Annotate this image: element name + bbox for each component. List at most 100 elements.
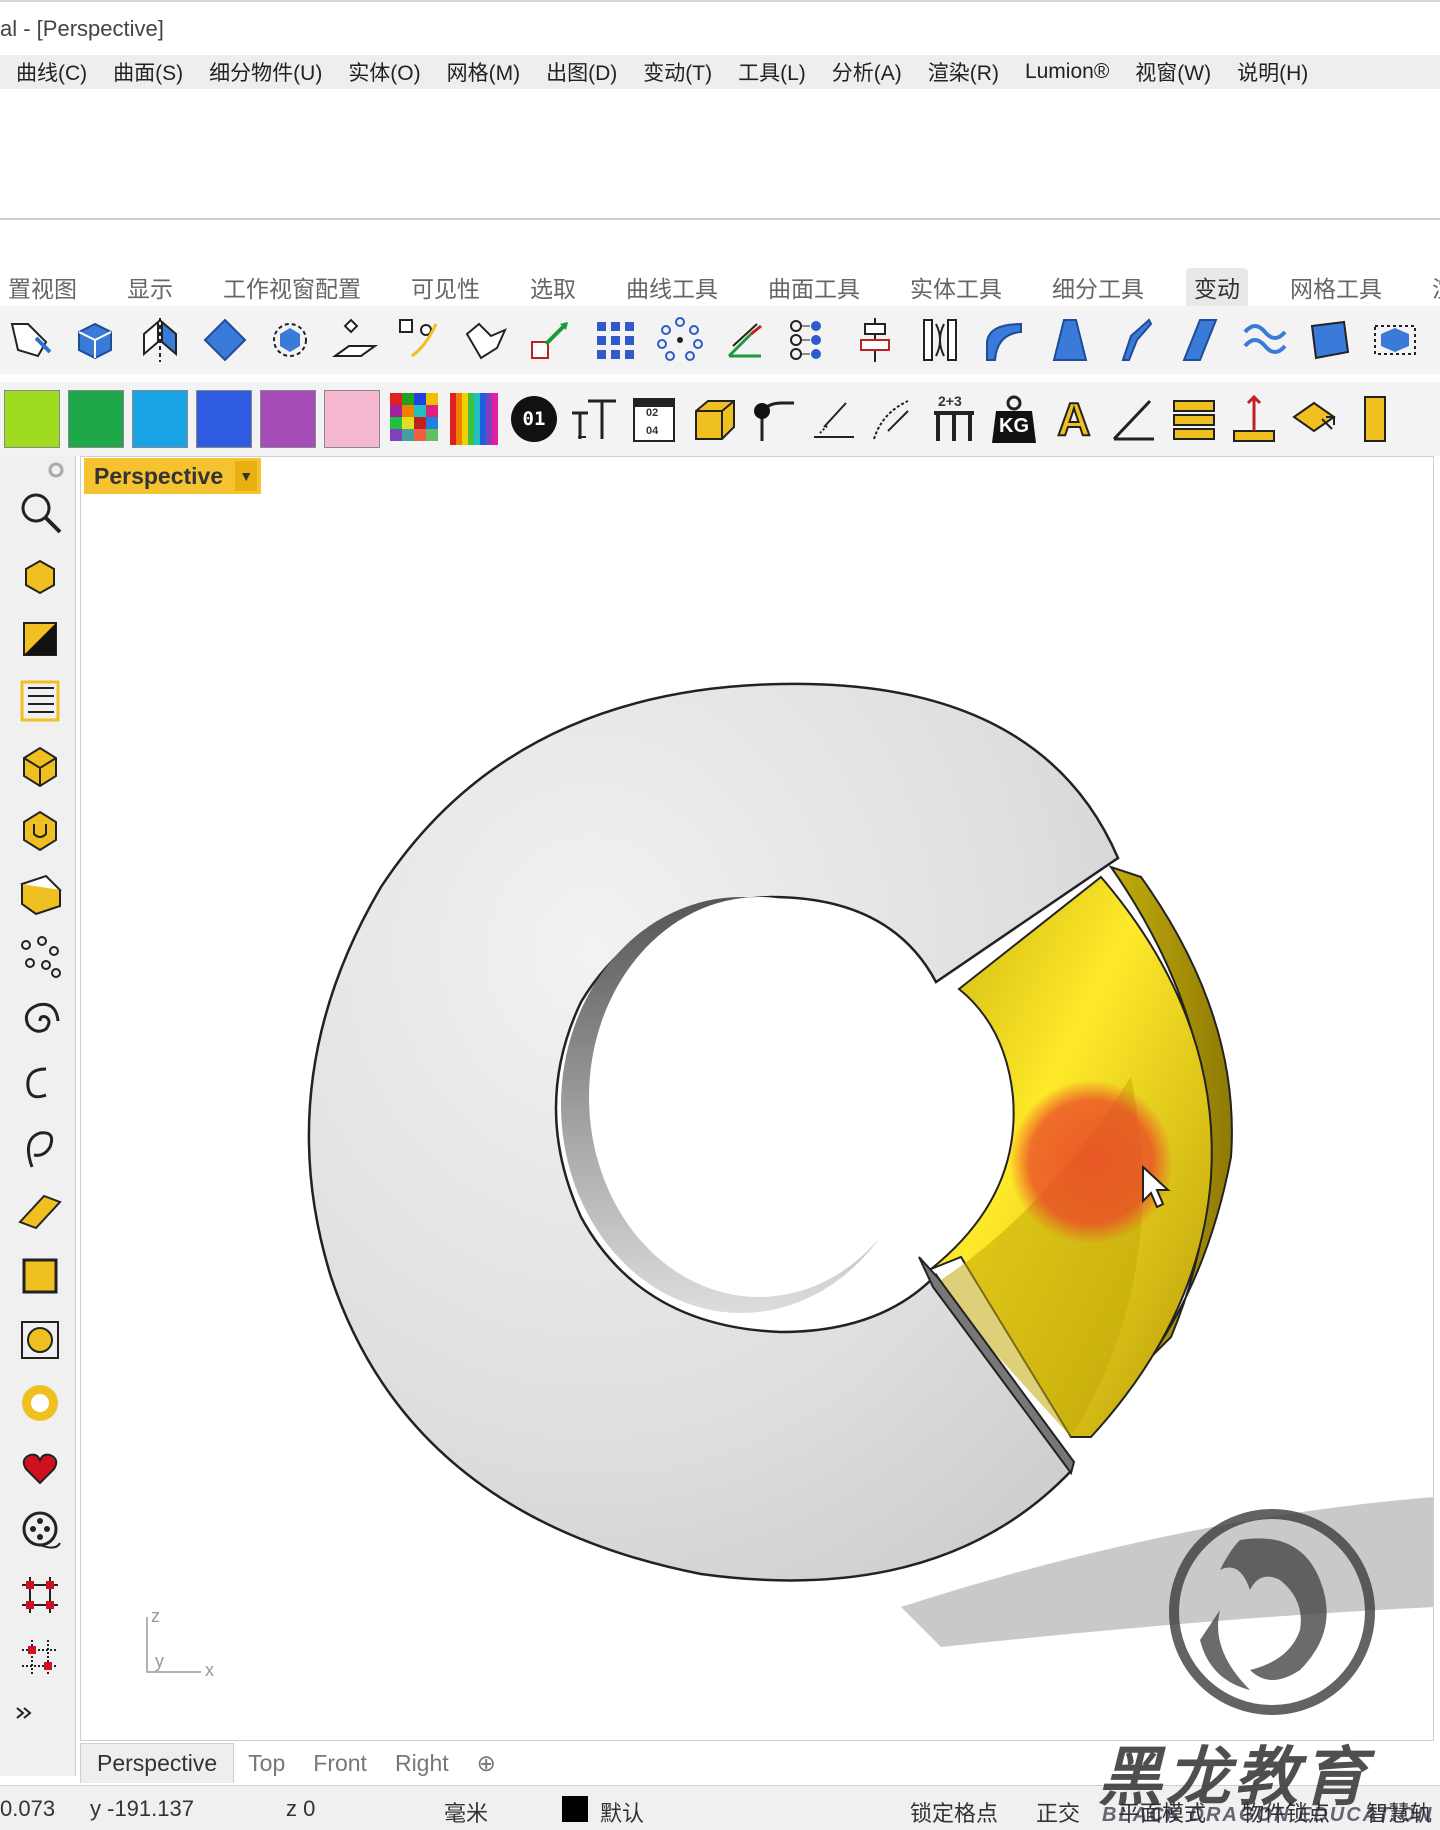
menu-curve[interactable]: 曲线(C) — [16, 57, 87, 87]
weight-icon[interactable]: KG — [988, 393, 1040, 445]
viewport-title-label[interactable]: Perspective ▼ — [84, 458, 262, 494]
smooth-icon[interactable] — [1239, 314, 1291, 366]
menu-analyze[interactable]: 分析(A) — [832, 57, 902, 87]
color-spectrum-icon[interactable] — [448, 393, 500, 445]
tab-curve-tools[interactable]: 曲线工具 — [618, 268, 726, 306]
menu-tools[interactable]: 工具(L) — [738, 57, 806, 87]
viewtab-right[interactable]: Right — [381, 1743, 463, 1783]
grid-snap-icon[interactable] — [14, 1569, 66, 1621]
fillet-surface-icon[interactable] — [14, 1314, 66, 1366]
angle-icon[interactable] — [1108, 393, 1160, 445]
status-ortho[interactable]: 正交 — [1036, 1796, 1080, 1828]
taper-icon[interactable] — [1044, 314, 1096, 366]
status-layer[interactable]: 默认 — [600, 1796, 644, 1828]
color-grid-icon[interactable] — [388, 393, 440, 445]
yellow-panel-icon[interactable] — [1348, 393, 1400, 445]
subd-box-icon[interactable] — [14, 804, 66, 856]
color-swatch-lime[interactable] — [4, 390, 60, 448]
array-curve-icon[interactable] — [719, 314, 771, 366]
polar-array-icon[interactable] — [654, 314, 706, 366]
menu-drafting[interactable]: 出图(D) — [546, 57, 617, 87]
formula-icon[interactable]: 2+3 — [928, 393, 980, 445]
rotate3d-icon[interactable] — [264, 314, 316, 366]
menu-transform[interactable]: 变动(T) — [643, 57, 712, 87]
layer-color-swatch[interactable] — [562, 1796, 588, 1822]
bend-icon[interactable] — [979, 314, 1031, 366]
flow-icon[interactable] — [1109, 314, 1161, 366]
array-linear-icon[interactable] — [784, 314, 836, 366]
menu-lumion[interactable]: Lumion® — [1025, 60, 1109, 84]
box-select-icon[interactable] — [14, 549, 66, 601]
color-swatch-cyan[interactable] — [132, 390, 188, 448]
move-icon[interactable] — [4, 314, 56, 366]
orient-icon[interactable] — [459, 314, 511, 366]
tab-render-tools[interactable]: 渲染工具 — [1424, 268, 1440, 306]
rotate-icon[interactable] — [199, 314, 251, 366]
shear-icon[interactable] — [394, 314, 446, 366]
film-reel-icon[interactable] — [14, 1505, 66, 1557]
twist-icon[interactable] — [914, 314, 966, 366]
points-icon[interactable] — [14, 931, 66, 983]
freeform-curve-icon[interactable] — [14, 1123, 66, 1175]
tab-solid-tools[interactable]: 实体工具 — [902, 268, 1010, 306]
number-badge-icon[interactable]: 01 — [508, 393, 560, 445]
tab-set-view[interactable]: 置视图 — [0, 268, 85, 306]
tab-subd-tools[interactable]: 细分工具 — [1044, 268, 1152, 306]
tab-visibility[interactable]: 可见性 — [403, 268, 488, 306]
annotation-text-icon[interactable]: A — [1048, 392, 1100, 446]
text-tool-icon[interactable] — [568, 393, 620, 445]
spiral-icon[interactable] — [14, 995, 66, 1047]
solid-box-icon[interactable] — [14, 740, 66, 792]
expand-chevron-icon[interactable] — [12, 1701, 36, 1725]
leader-icon[interactable] — [748, 393, 800, 445]
cage-edit-icon[interactable] — [1304, 314, 1356, 366]
splop-icon[interactable] — [1174, 314, 1226, 366]
viewtab-perspective[interactable]: Perspective — [80, 1743, 235, 1783]
color-swatch-green[interactable] — [68, 390, 124, 448]
menu-subd[interactable]: 细分物件(U) — [209, 57, 322, 87]
scale-3d-icon[interactable] — [524, 314, 576, 366]
radius-dimension-icon[interactable] — [868, 393, 920, 445]
extrude-surface-icon[interactable] — [14, 868, 66, 920]
zoom-icon[interactable] — [14, 486, 66, 538]
menu-render[interactable]: 渲染(R) — [928, 57, 999, 87]
calendar-icon[interactable]: 02 04 — [628, 393, 680, 445]
curve-icon[interactable] — [14, 1059, 66, 1111]
menu-solid[interactable]: 实体(O) — [348, 57, 420, 87]
tab-surface-tools[interactable]: 曲面工具 — [760, 268, 868, 306]
mirror-icon[interactable] — [134, 314, 186, 366]
perspective-viewport[interactable]: z y x — [80, 456, 1434, 1741]
dropdown-arrow-icon[interactable]: ▼ — [235, 461, 258, 491]
heart-curve-icon[interactable] — [14, 1441, 66, 1493]
command-area[interactable] — [0, 89, 1440, 220]
tab-display[interactable]: 显示 — [119, 268, 181, 306]
menu-help[interactable]: 说明(H) — [1237, 57, 1308, 87]
layer-stack-icon[interactable] — [1168, 393, 1220, 445]
color-swatch-purple[interactable] — [260, 390, 316, 448]
shaded-toggle-icon[interactable] — [14, 613, 66, 665]
copy-icon[interactable] — [69, 314, 121, 366]
rectangle-icon[interactable] — [14, 1250, 66, 1302]
array-icon[interactable] — [589, 314, 641, 366]
viewtab-front[interactable]: Front — [299, 1743, 381, 1783]
add-viewport-icon[interactable]: ⊕ — [463, 1743, 510, 1783]
layer-list-icon[interactable] — [14, 676, 66, 728]
ellipse-icon[interactable] — [14, 1377, 66, 1429]
tab-select[interactable]: 选取 — [522, 268, 584, 306]
status-grid-snap[interactable]: 锁定格点 — [910, 1796, 998, 1828]
tab-transform[interactable]: 变动 — [1186, 268, 1248, 306]
settings-gear-icon[interactable] — [44, 458, 68, 482]
export-object-icon[interactable] — [1288, 393, 1340, 445]
plane-surface-icon[interactable] — [14, 1186, 66, 1238]
tab-mesh-tools[interactable]: 网格工具 — [1282, 268, 1390, 306]
length-dimension-icon[interactable] — [808, 393, 860, 445]
color-swatch-blue[interactable] — [196, 390, 252, 448]
menu-surface[interactable]: 曲面(S) — [113, 57, 183, 87]
color-swatch-pink[interactable] — [324, 390, 380, 448]
scale-icon[interactable] — [329, 314, 381, 366]
viewtab-top[interactable]: Top — [234, 1743, 299, 1783]
tab-viewport-layout[interactable]: 工作视窗配置 — [215, 268, 369, 306]
box-edit-icon[interactable] — [1369, 314, 1421, 366]
align-icon[interactable] — [849, 314, 901, 366]
menu-viewport[interactable]: 视窗(W) — [1135, 57, 1211, 87]
